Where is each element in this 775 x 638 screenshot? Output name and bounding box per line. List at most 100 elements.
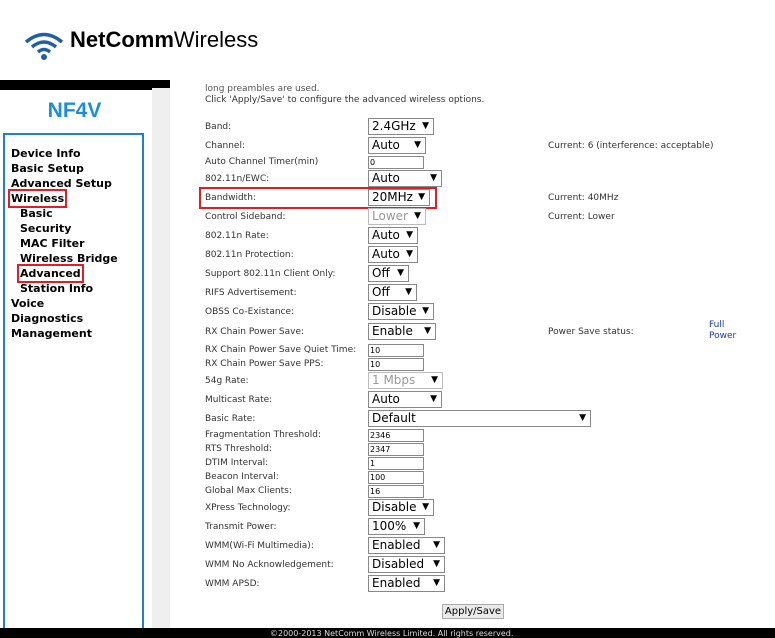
sidebar-item-diagnostics[interactable]: Diagnostics	[11, 312, 83, 325]
channel-select[interactable]: Auto ▼	[368, 137, 426, 154]
rts-threshold-label: RTS Threshold:	[205, 444, 273, 454]
tx-power-label: Transmit Power:	[205, 522, 277, 532]
sidebar-item-security[interactable]: Security	[20, 222, 71, 235]
g-rate-label: 54g Rate:	[205, 376, 249, 386]
content-divider	[152, 88, 170, 628]
dropdown-arrow-icon: ▼	[579, 413, 586, 423]
g-rate-select[interactable]: 1 Mbps ▼	[368, 372, 443, 389]
basic-rate-select[interactable]: Default ▼	[368, 410, 591, 427]
obss-label: OBSS Co-Existance:	[205, 307, 295, 317]
rx-chain-ps-select[interactable]: Enable ▼	[368, 323, 436, 340]
wmm-noack-select[interactable]: Disabled ▼	[368, 556, 445, 573]
n-ewc-select[interactable]: Auto ▼	[368, 170, 442, 187]
rifs-select[interactable]: Off ▼	[368, 284, 417, 301]
dropdown-arrow-icon: ▼	[433, 559, 440, 569]
n-protection-select[interactable]: Auto ▼	[368, 246, 418, 263]
max-clients-input[interactable]: 16	[368, 485, 424, 498]
sidebar-item-mac-filter[interactable]: MAC Filter	[20, 237, 85, 250]
control-sideband-current: Current: Lower	[548, 212, 615, 222]
power-save-status-value: Full Power	[709, 320, 737, 341]
band-select[interactable]: 2.4GHz ▼	[368, 118, 434, 135]
sidebar-item-management[interactable]: Management	[11, 327, 92, 340]
apply-save-button[interactable]: Apply/Save	[442, 604, 504, 619]
wmm-label: WMM(Wi-Fi Multimedia):	[205, 541, 314, 551]
xpress-select[interactable]: Disable ▼	[368, 499, 434, 516]
dropdown-arrow-icon: ▼	[405, 287, 412, 297]
obss-select[interactable]: Disable ▼	[368, 303, 434, 320]
dropdown-arrow-icon: ▼	[431, 375, 438, 385]
brand-logo: NetCommWireless	[70, 27, 259, 52]
dropdown-arrow-icon: ▼	[397, 268, 404, 278]
dtim-label: DTIM Interval:	[205, 458, 269, 468]
dropdown-arrow-icon: ▼	[433, 540, 440, 550]
rx-quiet-time-label: RX Chain Power Save Quiet Time:	[205, 345, 357, 355]
sidebar-item-voice[interactable]: Voice	[11, 297, 44, 310]
dropdown-arrow-icon: ▼	[422, 121, 429, 131]
sidebar-item-wireless[interactable]: Wireless	[7, 189, 68, 208]
dropdown-arrow-icon: ▼	[414, 140, 421, 150]
multicast-rate-label: Multicast Rate:	[205, 395, 273, 405]
rx-pps-input[interactable]: 10	[368, 358, 424, 371]
dropdown-arrow-icon: ▼	[430, 394, 437, 404]
control-sideband-select[interactable]: Lower ▼	[368, 208, 426, 225]
channel-current: Current: 6 (interference: acceptable)	[548, 141, 714, 151]
dropdown-arrow-icon: ▼	[424, 326, 431, 336]
dropdown-arrow-icon: ▼	[418, 192, 425, 202]
control-sideband-label: Control Sideband:	[205, 212, 286, 222]
sidebar-item-basic[interactable]: Basic	[20, 207, 53, 220]
tx-power-select[interactable]: 100% ▼	[368, 518, 425, 535]
sidebar-item-advanced[interactable]: Advanced	[17, 264, 84, 283]
wmm-apsd-label: WMM APSD:	[205, 579, 260, 589]
wmm-apsd-select[interactable]: Enabled ▼	[368, 575, 445, 592]
rx-pps-label: RX Chain Power Save PPS:	[205, 359, 324, 369]
n-rate-select[interactable]: Auto ▼	[368, 227, 418, 244]
header: NetCommWireless	[0, 0, 775, 80]
dropdown-arrow-icon: ▼	[422, 306, 429, 316]
basic-rate-label: Basic Rate:	[205, 414, 256, 424]
wifi-logo-icon	[24, 32, 64, 60]
dropdown-arrow-icon: ▼	[406, 230, 413, 240]
n-ewc-label: 802.11n/EWC:	[205, 174, 270, 184]
model-name: NF4V	[4, 92, 145, 130]
beacon-label: Beacon Interval:	[205, 472, 279, 482]
rx-quiet-time-input[interactable]: 10	[368, 344, 424, 357]
power-save-status-label: Power Save status:	[548, 327, 634, 337]
dropdown-arrow-icon: ▼	[406, 249, 413, 259]
frag-threshold-input[interactable]: 2346	[368, 429, 424, 442]
support-n-only-label: Support 802.11n Client Only:	[205, 269, 336, 279]
bandwidth-label: Bandwidth:	[205, 193, 256, 203]
n-protection-label: 802.11n Protection:	[205, 250, 294, 260]
rts-threshold-input[interactable]: 2347	[368, 443, 424, 456]
multicast-rate-select[interactable]: Auto ▼	[368, 391, 442, 408]
wmm-select[interactable]: Enabled ▼	[368, 537, 445, 554]
support-n-only-select[interactable]: Off ▼	[368, 265, 409, 282]
wmm-noack-label: WMM No Acknowledgement:	[205, 560, 334, 570]
intro-line-2: Click 'Apply/Save' to configure the adva…	[205, 95, 485, 105]
band-label: Band:	[205, 122, 232, 132]
dropdown-arrow-icon: ▼	[422, 502, 429, 512]
sidebar-item-station-info[interactable]: Station Info	[20, 282, 93, 295]
xpress-label: XPress Technology:	[205, 503, 291, 513]
sidebar-item-advanced-setup[interactable]: Advanced Setup	[11, 177, 112, 190]
copyright-text: ©2000-2013 NetComm Wireless Limited. All…	[270, 629, 514, 638]
max-clients-label: Global Max Clients:	[205, 486, 292, 496]
rx-chain-ps-label: RX Chain Power Save:	[205, 327, 305, 337]
beacon-input[interactable]: 100	[368, 471, 424, 484]
dropdown-arrow-icon: ▼	[430, 173, 437, 183]
bandwidth-select[interactable]: 20MHz ▼	[368, 189, 430, 206]
sidebar-item-basic-setup[interactable]: Basic Setup	[11, 162, 84, 175]
auto-channel-timer-input[interactable]: 0	[368, 156, 424, 169]
dropdown-arrow-icon: ▼	[414, 211, 421, 221]
frag-threshold-label: Fragmentation Threshold:	[205, 430, 321, 440]
auto-channel-timer-label: Auto Channel Timer(min)	[205, 157, 319, 167]
n-rate-label: 802.11n Rate:	[205, 231, 269, 241]
channel-label: Channel:	[205, 141, 245, 151]
dropdown-arrow-icon: ▼	[413, 521, 420, 531]
dtim-input[interactable]: 1	[368, 457, 424, 470]
dropdown-arrow-icon: ▼	[433, 578, 440, 588]
sidebar-item-device-info[interactable]: Device Info	[11, 147, 81, 160]
intro-line-1: long preambles are used.	[205, 84, 320, 94]
rifs-label: RIFS Advertisement:	[205, 288, 297, 298]
sidebar-item-wireless-bridge[interactable]: Wireless Bridge	[20, 252, 118, 265]
bandwidth-current: Current: 40MHz	[548, 193, 619, 203]
